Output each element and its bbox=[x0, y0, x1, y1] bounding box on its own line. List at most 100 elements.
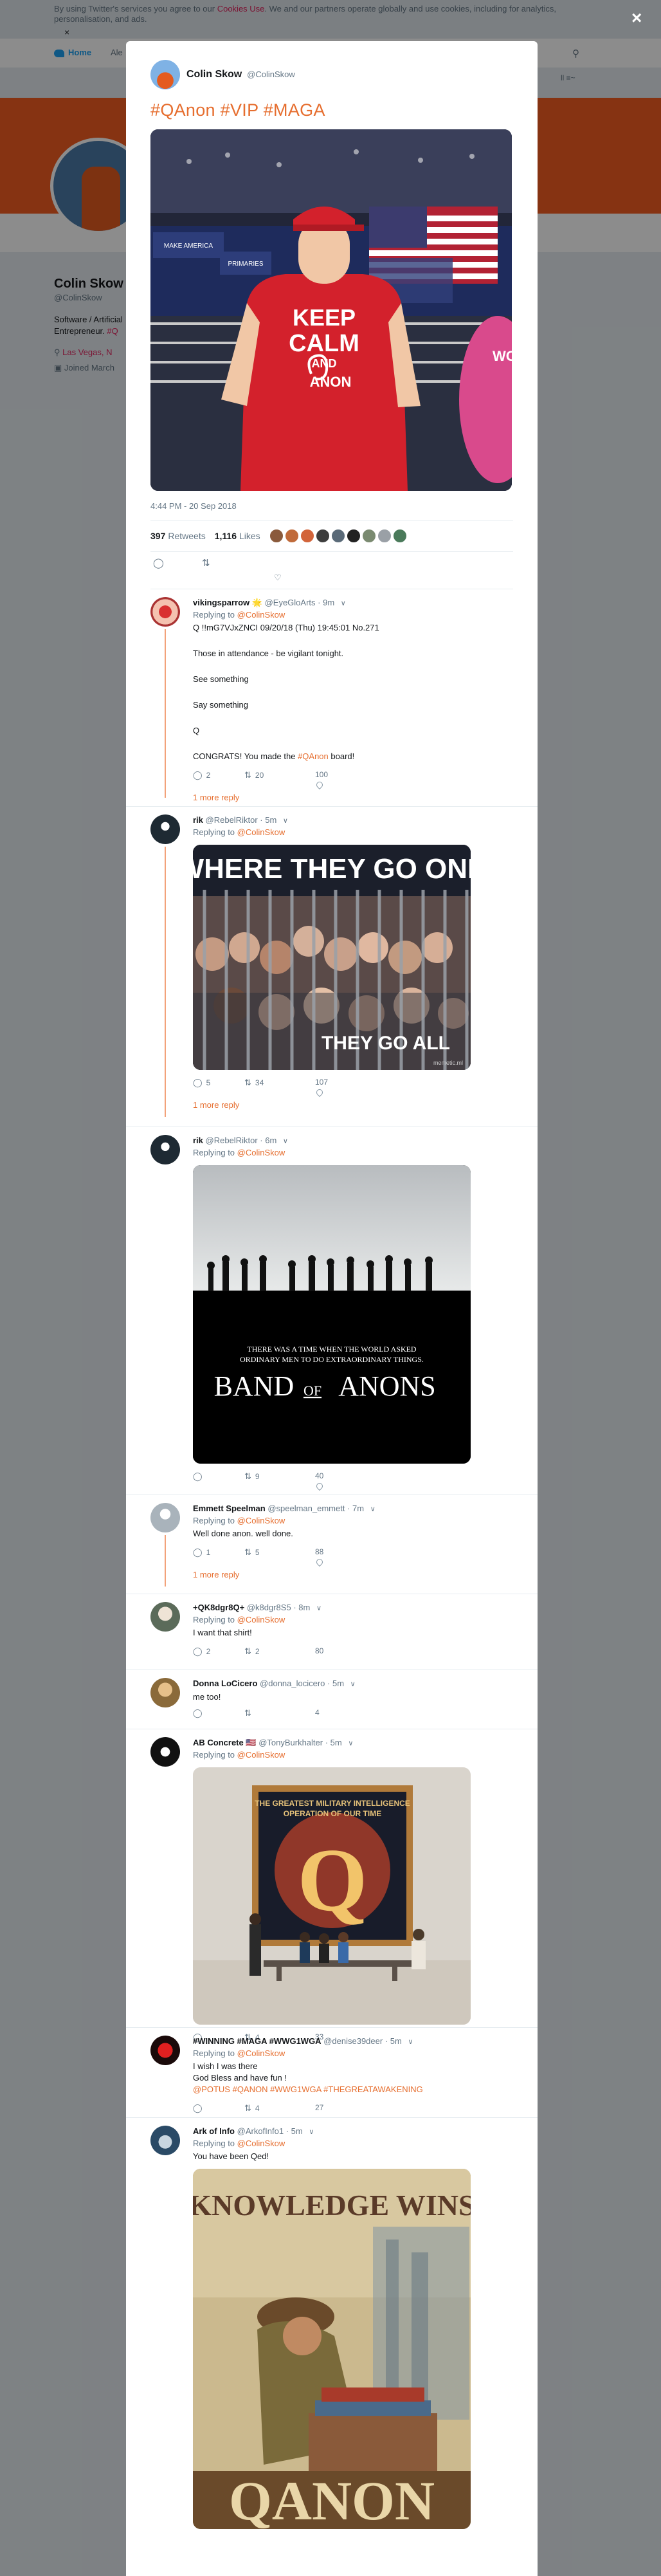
tweet-media[interactable]: THE GREATEST MILITARY INTELLIGENCE OPERA… bbox=[193, 1767, 471, 2025]
like-count[interactable]: 80 bbox=[315, 1646, 323, 1655]
avatar[interactable] bbox=[150, 2126, 180, 2155]
reply-button[interactable]: ◯ 2 bbox=[193, 770, 210, 780]
author-handle[interactable]: @speelman_emmett bbox=[267, 1504, 345, 1513]
reply-tweet[interactable]: rik @RebelRiktor · 5m ∨ Replying to @Col… bbox=[126, 807, 538, 1127]
tweet-time[interactable]: 5m bbox=[291, 2126, 303, 2136]
avatar[interactable] bbox=[150, 2036, 180, 2065]
liker-avatar[interactable] bbox=[392, 529, 407, 543]
author-handle[interactable]: @denise39deer bbox=[323, 2036, 383, 2046]
like-heart-icon[interactable] bbox=[314, 1557, 325, 1567]
author-handle[interactable]: @RebelRiktor bbox=[206, 815, 258, 825]
tweet-time[interactable]: 6m bbox=[265, 1136, 276, 1145]
avatar[interactable] bbox=[150, 1678, 180, 1707]
retweet-button[interactable]: ⇅ 9 bbox=[244, 1471, 260, 1482]
avatar[interactable] bbox=[150, 597, 180, 627]
reply-tweet[interactable]: Emmett Speelman @speelman_emmett · 7m ∨ … bbox=[126, 1495, 538, 1594]
reply-tweet[interactable]: rik @RebelRiktor · 6m ∨ Replying to @Col… bbox=[126, 1127, 538, 1495]
reply-tweet[interactable]: vikingsparrow 🌟 @EyeGloArts · 9m ∨ Reply… bbox=[126, 589, 538, 807]
retweet-button[interactable]: ⇅ 20 bbox=[244, 770, 264, 780]
reply-tweet[interactable]: #WINNING #MAGA #WWG1WGA @denise39deer · … bbox=[126, 2028, 538, 2118]
hashtag-link[interactable]: #QAnon bbox=[298, 751, 329, 761]
like-count[interactable]: 88 bbox=[315, 1547, 323, 1556]
like-count[interactable]: 40 bbox=[315, 1471, 323, 1480]
liker-avatar[interactable] bbox=[330, 529, 345, 543]
author-handle[interactable]: @k8dgr8S5 bbox=[247, 1603, 291, 1612]
like-count[interactable]: 107 bbox=[315, 1078, 328, 1087]
chevron-down-icon[interactable]: ∨ bbox=[309, 2128, 314, 2136]
reply-icon[interactable]: ◯ bbox=[153, 557, 164, 569]
chevron-down-icon[interactable]: ∨ bbox=[350, 1680, 356, 1688]
author-name[interactable]: AB Concrete bbox=[193, 1738, 244, 1747]
avatar[interactable] bbox=[150, 1503, 180, 1532]
tweet-media[interactable]: THERE WAS A TIME WHEN THE WORLD ASKED OR… bbox=[193, 1165, 471, 1464]
tweet-timestamp[interactable]: 4:44 PM - 20 Sep 2018 bbox=[150, 501, 513, 511]
mention-link[interactable]: @ColinSkow bbox=[237, 2139, 285, 2148]
liker-avatar[interactable] bbox=[284, 529, 299, 543]
author-name[interactable]: Ark of Info bbox=[193, 2126, 235, 2136]
like-heart-icon[interactable] bbox=[314, 1087, 325, 1098]
reply-tweet[interactable]: Ark of Info @ArkofInfo1 · 5m ∨ Replying … bbox=[126, 2118, 538, 2529]
reply-button[interactable]: ◯ 5 bbox=[193, 1078, 210, 1088]
mention-link[interactable]: @ColinSkow bbox=[237, 1615, 285, 1624]
tweet-time[interactable]: 8m bbox=[298, 1603, 310, 1612]
author-handle[interactable]: @ArkofInfo1 bbox=[237, 2126, 284, 2136]
like-heart-icon[interactable] bbox=[314, 780, 325, 790]
avatar[interactable] bbox=[150, 1135, 180, 1164]
tweet-time[interactable]: 7m bbox=[352, 1504, 364, 1513]
more-replies-link[interactable]: 1 more reply bbox=[193, 792, 513, 804]
hashtag-links[interactable]: @POTUS #QANON #WWG1WGA #THEGREATAWAKENIN… bbox=[193, 2084, 513, 2095]
retweet-button[interactable]: ⇅ 34 bbox=[244, 1078, 264, 1088]
chevron-down-icon[interactable]: ∨ bbox=[283, 817, 288, 825]
tweet-time[interactable]: 5m bbox=[332, 1679, 344, 1688]
chevron-down-icon[interactable]: ∨ bbox=[283, 1137, 288, 1145]
reply-button[interactable]: ◯ 2 bbox=[193, 1646, 210, 1657]
retweets-stat[interactable]: 397 Retweets bbox=[150, 531, 206, 541]
likes-stat[interactable]: 1,116 Likes bbox=[215, 531, 260, 541]
reply-button[interactable]: ◯ bbox=[193, 2103, 206, 2113]
liker-avatar[interactable] bbox=[269, 529, 284, 543]
avatar[interactable] bbox=[150, 814, 180, 844]
liker-avatar[interactable] bbox=[300, 529, 314, 543]
author-handle[interactable]: @TonyBurkhalter bbox=[258, 1738, 323, 1747]
liker-avatar[interactable] bbox=[315, 529, 330, 543]
retweet-button[interactable]: ⇅ 2 bbox=[244, 1646, 260, 1657]
like-count[interactable]: 4 bbox=[315, 1708, 320, 1717]
author-handle[interactable]: @ColinSkow bbox=[247, 69, 295, 79]
author-name[interactable]: +QK8dgr8Q+ bbox=[193, 1603, 244, 1612]
mention-link[interactable]: @ColinSkow bbox=[237, 827, 285, 837]
like-heart-icon[interactable]: ♡ bbox=[274, 573, 282, 583]
tweet-media[interactable]: KNOWLEDGE WINS QANON bbox=[193, 2169, 471, 2529]
retweet-button[interactable]: ⇅ bbox=[244, 1708, 255, 1718]
reply-tweet[interactable]: +QK8dgr8Q+ @k8dgr8S5 · 8m ∨ Replying to … bbox=[126, 1594, 538, 1670]
author-name[interactable]: rik bbox=[193, 815, 203, 825]
chevron-down-icon[interactable]: ∨ bbox=[408, 2038, 413, 2046]
author-handle[interactable]: @EyeGloArts bbox=[265, 598, 316, 607]
author-name[interactable]: rik bbox=[193, 1136, 203, 1145]
chevron-down-icon[interactable]: ∨ bbox=[348, 1740, 353, 1747]
mention-link[interactable]: @ColinSkow bbox=[237, 1148, 285, 1157]
close-icon[interactable]: × bbox=[631, 9, 642, 27]
like-count[interactable]: 27 bbox=[315, 2103, 323, 2112]
liker-avatar[interactable] bbox=[361, 529, 376, 543]
avatar[interactable] bbox=[150, 60, 180, 89]
reply-tweet[interactable]: Donna LoCicero @donna_locicero · 5m ∨ me… bbox=[126, 1670, 538, 1729]
chevron-down-icon[interactable]: ∨ bbox=[370, 1505, 376, 1513]
avatar[interactable] bbox=[150, 1737, 180, 1767]
retweet-icon[interactable]: ⇅ bbox=[202, 557, 210, 569]
more-replies-link[interactable]: 1 more reply bbox=[193, 1099, 513, 1111]
author-name[interactable]: Donna LoCicero bbox=[193, 1679, 257, 1688]
avatar[interactable] bbox=[150, 1602, 180, 1632]
author-handle[interactable]: @RebelRiktor bbox=[206, 1136, 258, 1145]
mention-link[interactable]: @ColinSkow bbox=[237, 610, 285, 620]
more-replies-link[interactable]: 1 more reply bbox=[193, 1569, 513, 1581]
mention-link[interactable]: @ColinSkow bbox=[237, 1516, 285, 1525]
author-name[interactable]: #WINNING #MAGA #WWG1WGA bbox=[193, 2036, 321, 2046]
reply-button[interactable]: ◯ 1 bbox=[193, 1547, 210, 1558]
retweet-button[interactable]: ⇅ 4 bbox=[244, 2103, 260, 2113]
retweet-button[interactable]: ⇅ 5 bbox=[244, 1547, 260, 1558]
tweet-time[interactable]: 5m bbox=[390, 2036, 402, 2046]
reply-tweet[interactable]: AB Concrete 🇺🇸 @TonyBurkhalter · 5m ∨ Re… bbox=[126, 1729, 538, 2042]
reply-button[interactable]: ◯ bbox=[193, 1471, 206, 1482]
liker-avatar[interactable] bbox=[377, 529, 392, 543]
tweet-time[interactable]: 9m bbox=[323, 598, 334, 607]
